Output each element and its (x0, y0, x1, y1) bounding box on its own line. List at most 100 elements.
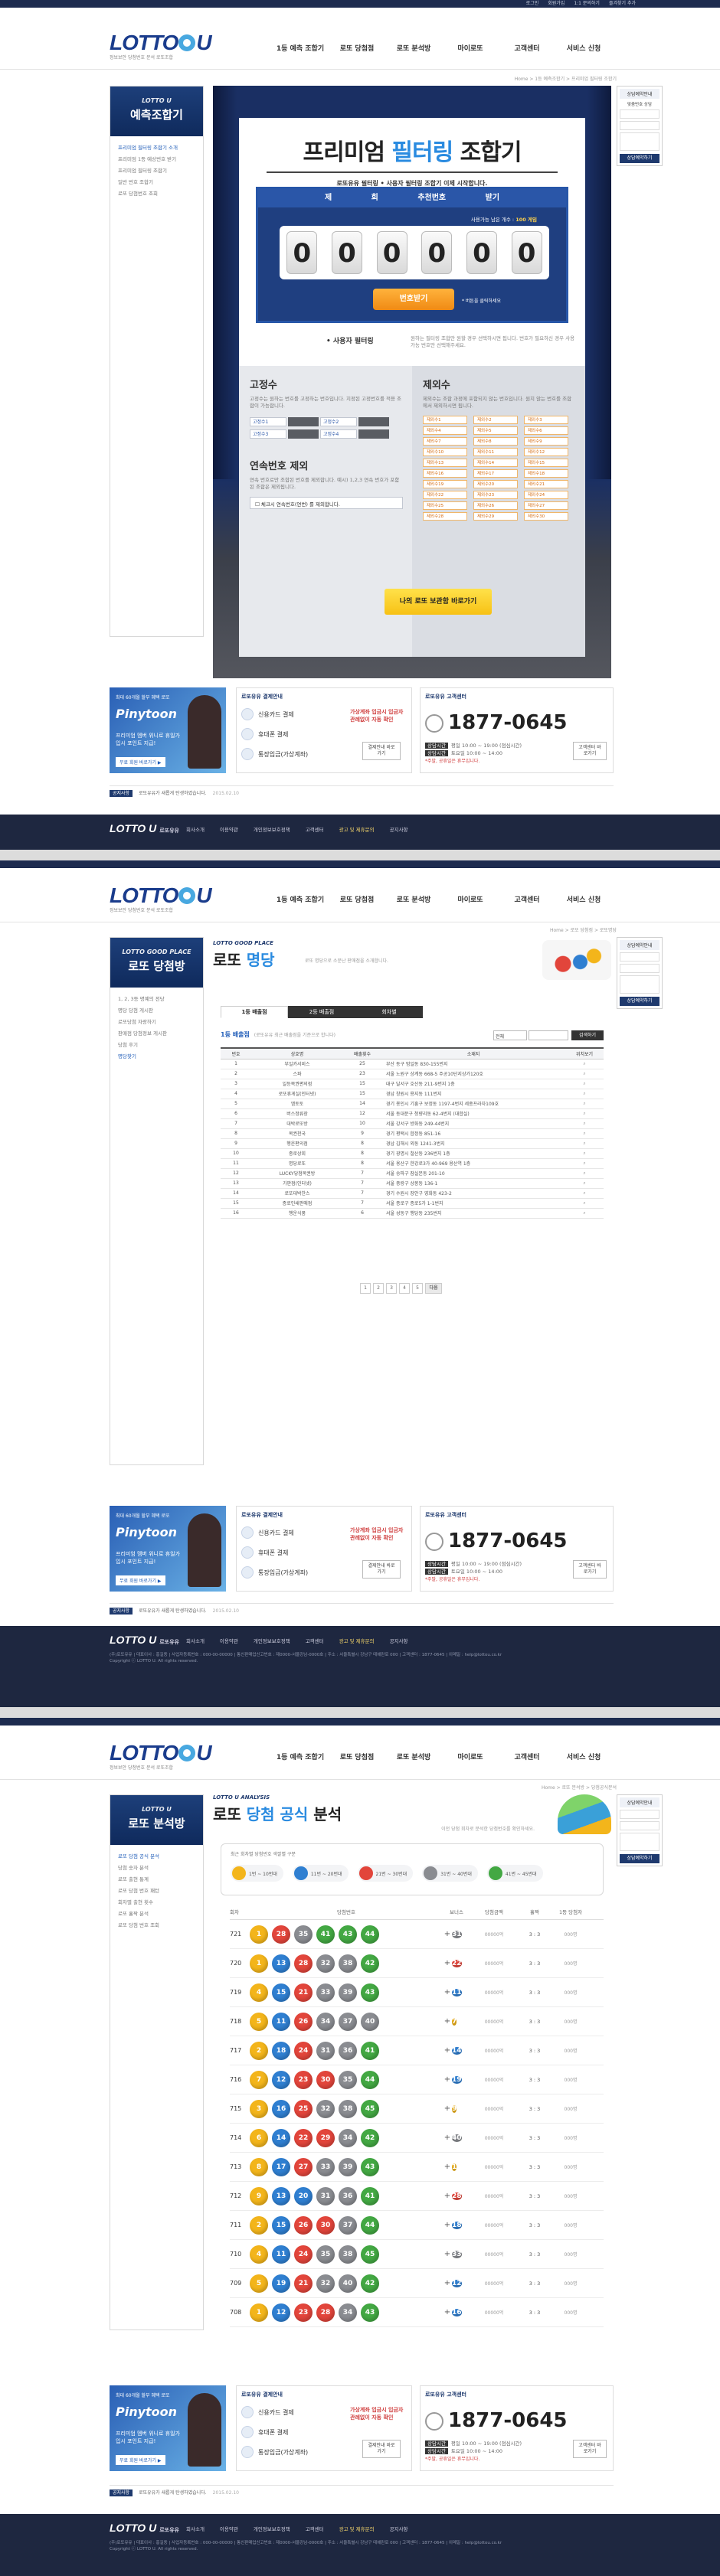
table-row[interactable]: 4 로또휴게실(인터넷) 15 경남 창원시 용지동 111번지 ⌕ (221, 1089, 604, 1099)
map-pin-icon[interactable]: ⌕ (565, 1138, 604, 1149)
map-pin-icon[interactable]: ⌕ (565, 1089, 604, 1099)
consult-name-input[interactable] (620, 109, 659, 119)
exclude-number-input[interactable]: 제외수21 (524, 480, 568, 488)
site-logo[interactable]: LOTTO U (110, 883, 212, 908)
side-item[interactable]: 로또 출현 통계 (118, 1874, 195, 1885)
table-row[interactable]: 1 부일카서비스 25 부산 동구 범일동 830-155번지 ⌕ (221, 1059, 604, 1069)
next-page[interactable]: 다음 (425, 1283, 442, 1294)
table-row[interactable]: 8 복권천국 9 경기 평택시 합정동 851-16 ⌕ (221, 1128, 604, 1139)
page-link[interactable]: 4 (399, 1283, 410, 1294)
exclude-number-input[interactable]: 제외수12 (524, 448, 568, 456)
table-row[interactable]: 12 LUCKY당첨복권방 7 서울 송파구 잠실본동 201-10 ⌕ (221, 1168, 604, 1179)
fixed-number-input[interactable]: 고정수3 (250, 429, 286, 439)
map-pin-icon[interactable]: ⌕ (565, 1198, 604, 1209)
side-item[interactable]: 로또당첨 자랑하기 (118, 1017, 195, 1028)
tab-first[interactable]: 1등 배출점 (221, 1006, 288, 1018)
page-link[interactable]: 1 (360, 1283, 371, 1294)
nav-support[interactable]: 고객센터 (499, 43, 555, 53)
nav-stores[interactable]: 로또 당첨점 (329, 43, 385, 53)
footer-link[interactable]: 이용약관 (220, 825, 238, 833)
inquiry-link[interactable]: 1:1 문의하기 (574, 1, 600, 7)
table-row[interactable]: 6 버스정류장 12 서울 동대문구 청량리동 62-4번지 (대합실) ⌕ (221, 1108, 604, 1119)
footer-link[interactable]: 광고 및 제휴문의 (339, 825, 375, 833)
map-pin-icon[interactable]: ⌕ (565, 1059, 604, 1069)
fixed-number-input[interactable]: 고정수4 (320, 429, 357, 439)
consult-phone-input[interactable] (620, 121, 659, 130)
table-row[interactable]: 7 대박로또방 10 서울 강서구 방화동 249-44번지 ⌕ (221, 1118, 604, 1129)
page-link[interactable]: 3 (386, 1283, 397, 1294)
notice-link[interactable]: 로또유유가 새롭게 탄생하였습니다. (139, 791, 207, 796)
exclude-number-input[interactable]: 제외수22 (423, 491, 467, 499)
footer-link[interactable]: 회사소개 (186, 825, 205, 833)
exclude-number-input[interactable]: 제외수9 (524, 437, 568, 446)
ad-banner[interactable]: 최대 60개월 할부 혜택 로또 Pinytoon 프리미엄 멤버 위니로 휴일… (110, 1506, 226, 1592)
side-item[interactable]: 일반 번호 조합기 (118, 177, 195, 188)
side-item[interactable]: 당첨 후기 (118, 1040, 195, 1051)
store-search-input[interactable] (529, 1030, 568, 1040)
consult-button[interactable]: 상담예약하기 (620, 154, 659, 163)
exclude-number-input[interactable]: 제외수27 (524, 501, 568, 510)
table-row[interactable]: 9 행운편의점 8 경남 김해시 외동 1241-3번지 ⌕ (221, 1138, 604, 1149)
map-pin-icon[interactable]: ⌕ (565, 1128, 604, 1139)
ad-banner[interactable]: 최대 60개월 할부 혜택 로또 Pinytoon 프리미엄 멤버 위니로 휴일… (110, 2385, 226, 2471)
side-item[interactable]: 로또 당첨 번호 패턴 (118, 1885, 195, 1897)
exclude-number-input[interactable]: 제외수11 (473, 448, 518, 456)
side-item[interactable]: 프리미엄 1등 예상번호 받기 (118, 154, 195, 165)
side-item[interactable]: 로또 당첨 공식 분석 (118, 1851, 195, 1863)
table-row[interactable]: 14 로또대박찬스 7 경기 수원시 장안구 영화동 423-2 ⌕ (221, 1188, 604, 1199)
exclude-number-input[interactable]: 제외수4 (423, 426, 467, 435)
exclude-number-input[interactable]: 제외수8 (473, 437, 518, 446)
map-pin-icon[interactable]: ⌕ (565, 1108, 604, 1119)
table-row[interactable]: 11 명당로또 8 서울 용산구 한강로3가 40-969 용산역 1층 ⌕ (221, 1158, 604, 1169)
region-select[interactable]: 전체 (493, 1030, 527, 1040)
table-row[interactable]: 16 행운식품 6 서울 성동구 행당동 235번지 ⌕ (221, 1208, 604, 1219)
exclude-number-input[interactable]: 제외수17 (473, 469, 518, 478)
side-item[interactable]: 로또 당첨번호 조회 (118, 188, 195, 200)
side-item[interactable]: 프리미엄 필터링 조합기 (118, 165, 195, 177)
login-link[interactable]: 로그인 (526, 1, 539, 7)
exclude-number-input[interactable]: 제외수13 (423, 459, 467, 467)
site-logo[interactable]: LOTTO U (110, 31, 212, 55)
tab-second[interactable]: 2등 배출점 (288, 1006, 355, 1018)
signup-link[interactable]: 회원가입 (548, 1, 565, 7)
nav-predict[interactable]: 1등 예측 조합기 (272, 43, 329, 53)
ad-banner[interactable]: 최대 60개월 할부 혜택 로또 Pinytoon 프리미엄 멤버 위니로 휴일… (110, 687, 226, 773)
side-item[interactable]: 명당찾기 (118, 1051, 195, 1063)
map-pin-icon[interactable]: ⌕ (565, 1079, 604, 1089)
exclude-number-input[interactable]: 제외수23 (473, 491, 518, 499)
map-pin-icon[interactable]: ⌕ (565, 1069, 604, 1079)
exclude-number-input[interactable]: 제외수16 (423, 469, 467, 478)
side-item[interactable]: 회차별 출현 횟수 (118, 1897, 195, 1908)
exclude-number-input[interactable]: 제외수14 (473, 459, 518, 467)
table-row[interactable]: 15 종로인쇄판매점 7 서울 종로구 종로5가 1-1번지 ⌕ (221, 1198, 604, 1209)
exclude-number-input[interactable]: 제외수7 (423, 437, 467, 446)
exclude-number-input[interactable]: 제외수5 (473, 426, 518, 435)
tab-round[interactable]: 회차별 (355, 1006, 423, 1018)
map-pin-icon[interactable]: ⌕ (565, 1188, 604, 1199)
side-item[interactable]: 당첨 숫자 분석 (118, 1863, 195, 1874)
exclude-number-input[interactable]: 제외수15 (524, 459, 568, 467)
exclude-number-input[interactable]: 제외수6 (524, 426, 568, 435)
search-button[interactable]: 검색하기 (571, 1030, 604, 1040)
cs-button[interactable]: 고객센터 바로가기 (573, 742, 607, 760)
fixed-number-input[interactable]: 고정수1 (250, 417, 286, 426)
side-item[interactable]: 판매점 당첨정보 게시판 (118, 1028, 195, 1040)
fixed-number-input[interactable]: 고정수2 (320, 417, 357, 426)
exclude-number-input[interactable]: 제외수20 (473, 480, 518, 488)
payment-guide-button[interactable]: 결제안내 바로가기 (362, 742, 401, 760)
exclude-number-input[interactable]: 제외수29 (473, 512, 518, 521)
map-pin-icon[interactable]: ⌕ (565, 1099, 604, 1109)
footer-link[interactable]: 고객센터 (306, 825, 324, 833)
exclude-number-input[interactable]: 제외수28 (423, 512, 467, 521)
map-pin-icon[interactable]: ⌕ (565, 1178, 604, 1189)
footer-link[interactable]: 공지사항 (390, 825, 408, 833)
exclude-number-input[interactable]: 제외수3 (524, 416, 568, 424)
page-link[interactable]: 2 (373, 1283, 384, 1294)
exclude-number-input[interactable]: 제외수18 (524, 469, 568, 478)
side-item[interactable]: 프리미엄 필터링 조합기 소개 (118, 142, 195, 154)
exclude-number-input[interactable]: 제외수19 (423, 480, 467, 488)
side-item[interactable]: 1, 2, 3등 명예의 전당 (118, 994, 195, 1005)
map-pin-icon[interactable]: ⌕ (565, 1118, 604, 1129)
nav-service[interactable]: 서비스 신청 (555, 43, 612, 53)
exclude-number-input[interactable]: 제외수2 (473, 416, 518, 424)
